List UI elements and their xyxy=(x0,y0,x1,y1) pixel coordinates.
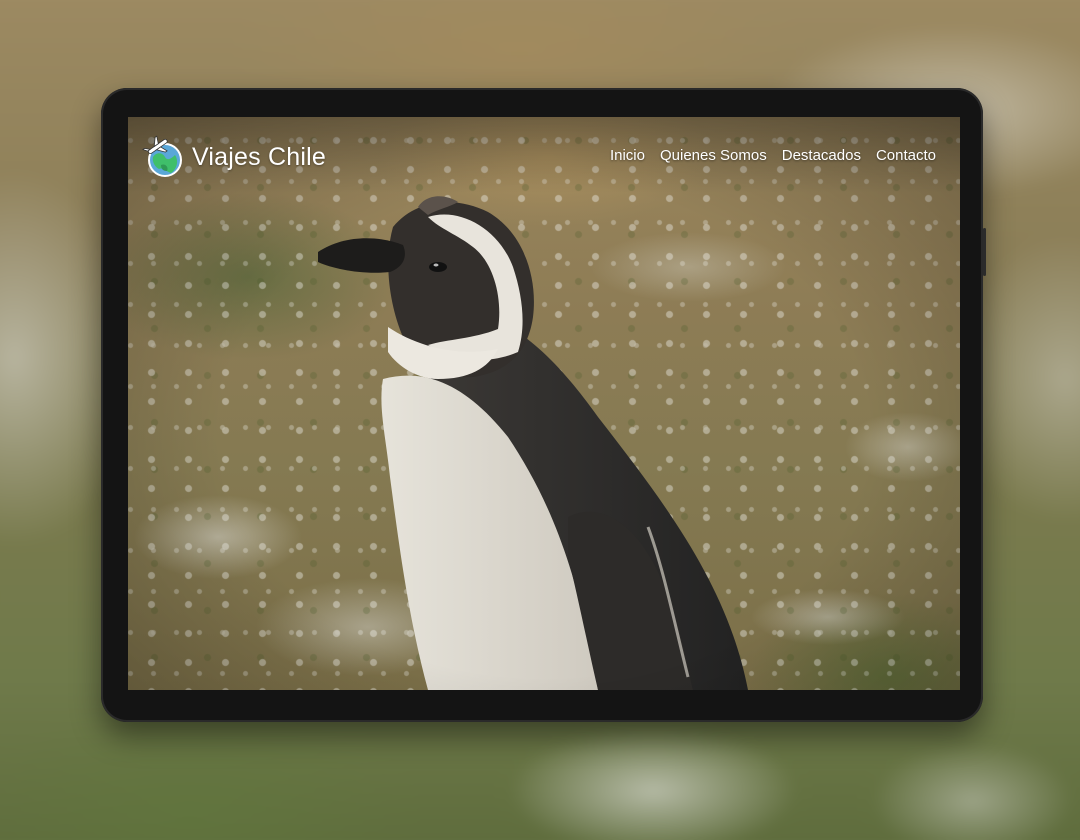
navbar: Viajes Chile Inicio Quienes Somos Destac… xyxy=(128,117,960,193)
nav-menu: Inicio Quienes Somos Destacados Contacto xyxy=(610,147,936,164)
hero-image xyxy=(128,117,960,690)
nav-link-inicio[interactable]: Inicio xyxy=(610,147,645,164)
globe-airplane-logo-icon xyxy=(142,135,182,177)
nav-link-quienes-somos[interactable]: Quienes Somos xyxy=(660,147,767,164)
website-screen: Viajes Chile Inicio Quienes Somos Destac… xyxy=(128,117,960,690)
nav-link-contacto[interactable]: Contacto xyxy=(876,147,936,164)
tablet-side-button xyxy=(983,228,986,276)
nav-link-destacados[interactable]: Destacados xyxy=(782,147,861,164)
brand-link[interactable]: Viajes Chile xyxy=(141,135,326,179)
tablet-device-frame: Viajes Chile Inicio Quienes Somos Destac… xyxy=(101,88,986,722)
brand-name: Viajes Chile xyxy=(192,142,326,171)
hero-vignette xyxy=(128,117,960,690)
